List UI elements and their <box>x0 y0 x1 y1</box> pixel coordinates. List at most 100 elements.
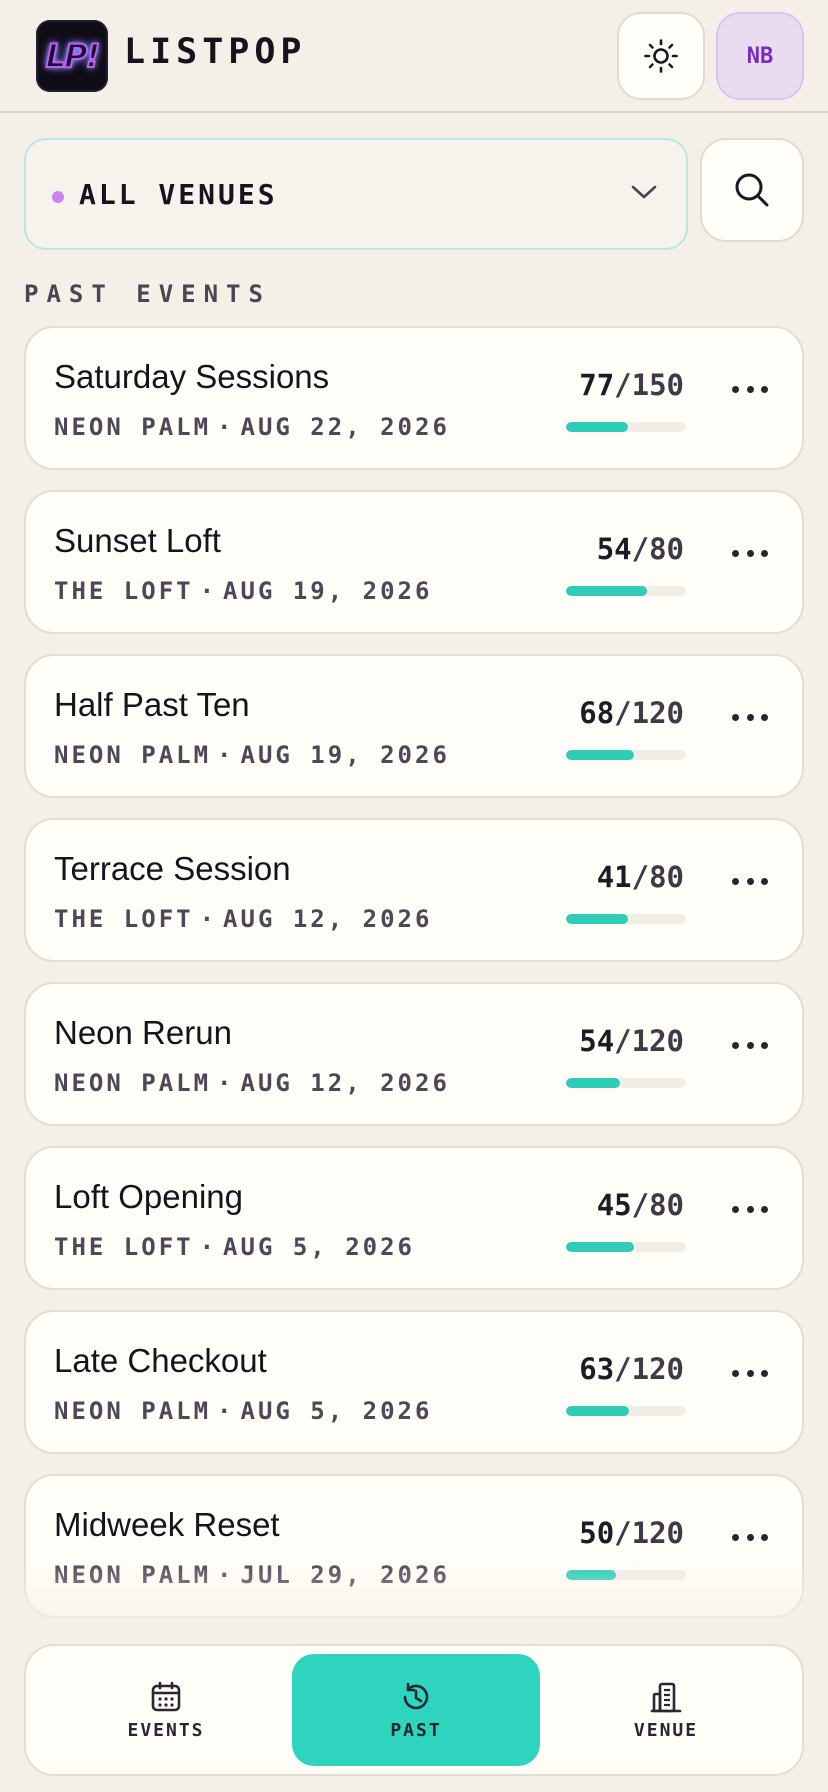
more-options-icon[interactable] <box>732 1370 768 1382</box>
meta-separator: · <box>217 741 235 769</box>
event-meta: NEON PALM · AUG 19, 2026 <box>54 741 450 769</box>
event-meta: THE LOFT · AUG 5, 2026 <box>54 1233 415 1261</box>
logo-text: LP! <box>45 36 101 76</box>
attendance-bar <box>566 914 686 924</box>
attendance-value: 50 <box>579 1516 615 1550</box>
nav-item-events[interactable]: EVENTS <box>42 1654 290 1766</box>
event-title: Half Past Ten <box>54 686 250 723</box>
attendance-count: 54/120 <box>579 1024 684 1058</box>
event-card[interactable]: Loft Opening THE LOFT · AUG 5, 2026 45/80 <box>24 1146 804 1290</box>
attendance-value: 77 <box>579 368 615 402</box>
theme-toggle-button[interactable] <box>617 12 705 100</box>
event-venue: NEON PALM <box>54 413 212 441</box>
event-title: Terrace Session <box>54 850 291 887</box>
meta-separator: · <box>217 1397 235 1425</box>
event-meta: NEON PALM · AUG 5, 2026 <box>54 1397 432 1425</box>
attendance-count: 77/150 <box>579 368 684 402</box>
event-title: Saturday Sessions <box>54 358 330 395</box>
attendance-capacity: /150 <box>614 368 684 402</box>
event-date: AUG 22, 2026 <box>240 413 450 441</box>
brand-name: LISTPOP <box>124 32 307 72</box>
nav-label-venue: VENUE <box>633 1719 699 1741</box>
meta-separator: · <box>217 413 235 441</box>
event-venue: NEON PALM <box>54 1397 212 1425</box>
event-meta: NEON PALM · AUG 12, 2026 <box>54 1069 450 1097</box>
event-title: Late Checkout <box>54 1342 267 1379</box>
attendance-bar <box>566 422 686 432</box>
event-title: Loft Opening <box>54 1178 243 1215</box>
event-venue: NEON PALM <box>54 741 212 769</box>
attendance-value: 41 <box>596 860 632 894</box>
event-card[interactable]: Late Checkout NEON PALM · AUG 5, 2026 63/1… <box>24 1310 804 1454</box>
attendance-count: 63/120 <box>579 1352 684 1386</box>
attendance-bar <box>566 1242 686 1252</box>
app-logo[interactable]: LP! <box>36 20 108 92</box>
event-card[interactable]: Sunset Loft THE LOFT · AUG 19, 2026 54/80 <box>24 490 804 634</box>
nav-label-past: PAST <box>390 1719 442 1741</box>
search-button[interactable] <box>700 138 804 242</box>
event-card[interactable]: Half Past Ten NEON PALM · AUG 19, 2026 68/… <box>24 654 804 798</box>
more-options-icon[interactable] <box>732 1206 768 1218</box>
more-options-icon[interactable] <box>732 878 768 890</box>
event-meta: NEON PALM · AUG 22, 2026 <box>54 413 450 441</box>
attendance-bar-fill <box>566 1406 629 1416</box>
attendance-value: 54 <box>579 1024 615 1058</box>
bottom-nav: EVENTS PAST VENUE <box>24 1644 804 1776</box>
user-avatar-button[interactable]: NB <box>716 12 804 100</box>
event-card[interactable]: Saturday Sessions NEON PALM · AUG 22, 2026… <box>24 326 804 470</box>
attendance-bar-fill <box>566 914 628 924</box>
attendance-capacity: /120 <box>614 1024 684 1058</box>
event-date: AUG 5, 2026 <box>223 1233 415 1261</box>
nav-label-events: EVENTS <box>127 1719 205 1741</box>
event-venue: THE LOFT <box>54 577 194 605</box>
venue-select[interactable]: ALL VENUES <box>24 138 688 250</box>
event-title: Midweek Reset <box>54 1506 280 1543</box>
event-venue: THE LOFT <box>54 905 194 933</box>
attendance-bar <box>566 1406 686 1416</box>
more-options-icon[interactable] <box>732 714 768 726</box>
attendance-capacity: /80 <box>631 532 684 566</box>
event-title: Sunset Loft <box>54 522 221 559</box>
more-options-icon[interactable] <box>732 386 768 398</box>
nav-item-venue[interactable]: VENUE <box>542 1654 790 1766</box>
meta-separator: · <box>199 1233 218 1261</box>
event-date: AUG 5, 2026 <box>240 1397 433 1425</box>
meta-separator: · <box>199 577 218 605</box>
avatar-initials: NB <box>746 43 774 69</box>
event-card[interactable]: Neon Rerun NEON PALM · AUG 12, 2026 54/120 <box>24 982 804 1126</box>
meta-separator: · <box>217 1069 235 1097</box>
chevron-down-icon <box>631 185 657 199</box>
event-date: AUG 12, 2026 <box>240 1069 450 1097</box>
event-venue: THE LOFT <box>54 1233 194 1261</box>
more-options-icon[interactable] <box>732 1042 768 1054</box>
nav-item-past[interactable]: PAST <box>292 1654 540 1766</box>
attendance-value: 68 <box>579 696 615 730</box>
event-title: Neon Rerun <box>54 1014 232 1051</box>
more-options-icon[interactable] <box>732 550 768 562</box>
event-meta: THE LOFT · AUG 12, 2026 <box>54 905 432 933</box>
venue-select-label: ALL VENUES <box>79 178 278 211</box>
building-icon <box>650 1682 682 1712</box>
attendance-bar <box>566 750 686 760</box>
attendance-value: 54 <box>596 532 632 566</box>
attendance-count: 41/80 <box>597 860 684 894</box>
attendance-capacity: /120 <box>614 1352 684 1386</box>
event-card[interactable]: Terrace Session THE LOFT · AUG 12, 2026 41… <box>24 818 804 962</box>
attendance-count: 54/80 <box>597 532 684 566</box>
event-date: AUG 19, 2026 <box>223 577 433 605</box>
attendance-bar-fill <box>566 750 635 760</box>
event-venue: NEON PALM <box>54 1069 212 1097</box>
event-date: AUG 12, 2026 <box>223 905 433 933</box>
attendance-count: 45/80 <box>597 1188 684 1222</box>
attendance-bar <box>566 586 686 596</box>
more-options-icon[interactable] <box>732 1534 768 1546</box>
attendance-capacity: /120 <box>614 696 684 730</box>
calendar-icon <box>151 1681 181 1711</box>
sun-icon <box>644 39 678 73</box>
attendance-bar <box>566 1078 686 1088</box>
history-icon <box>403 1682 429 1709</box>
attendance-count: 50/120 <box>579 1516 684 1550</box>
attendance-capacity: /80 <box>631 1188 684 1222</box>
venue-dot <box>52 191 64 203</box>
event-date: AUG 19, 2026 <box>240 741 450 769</box>
